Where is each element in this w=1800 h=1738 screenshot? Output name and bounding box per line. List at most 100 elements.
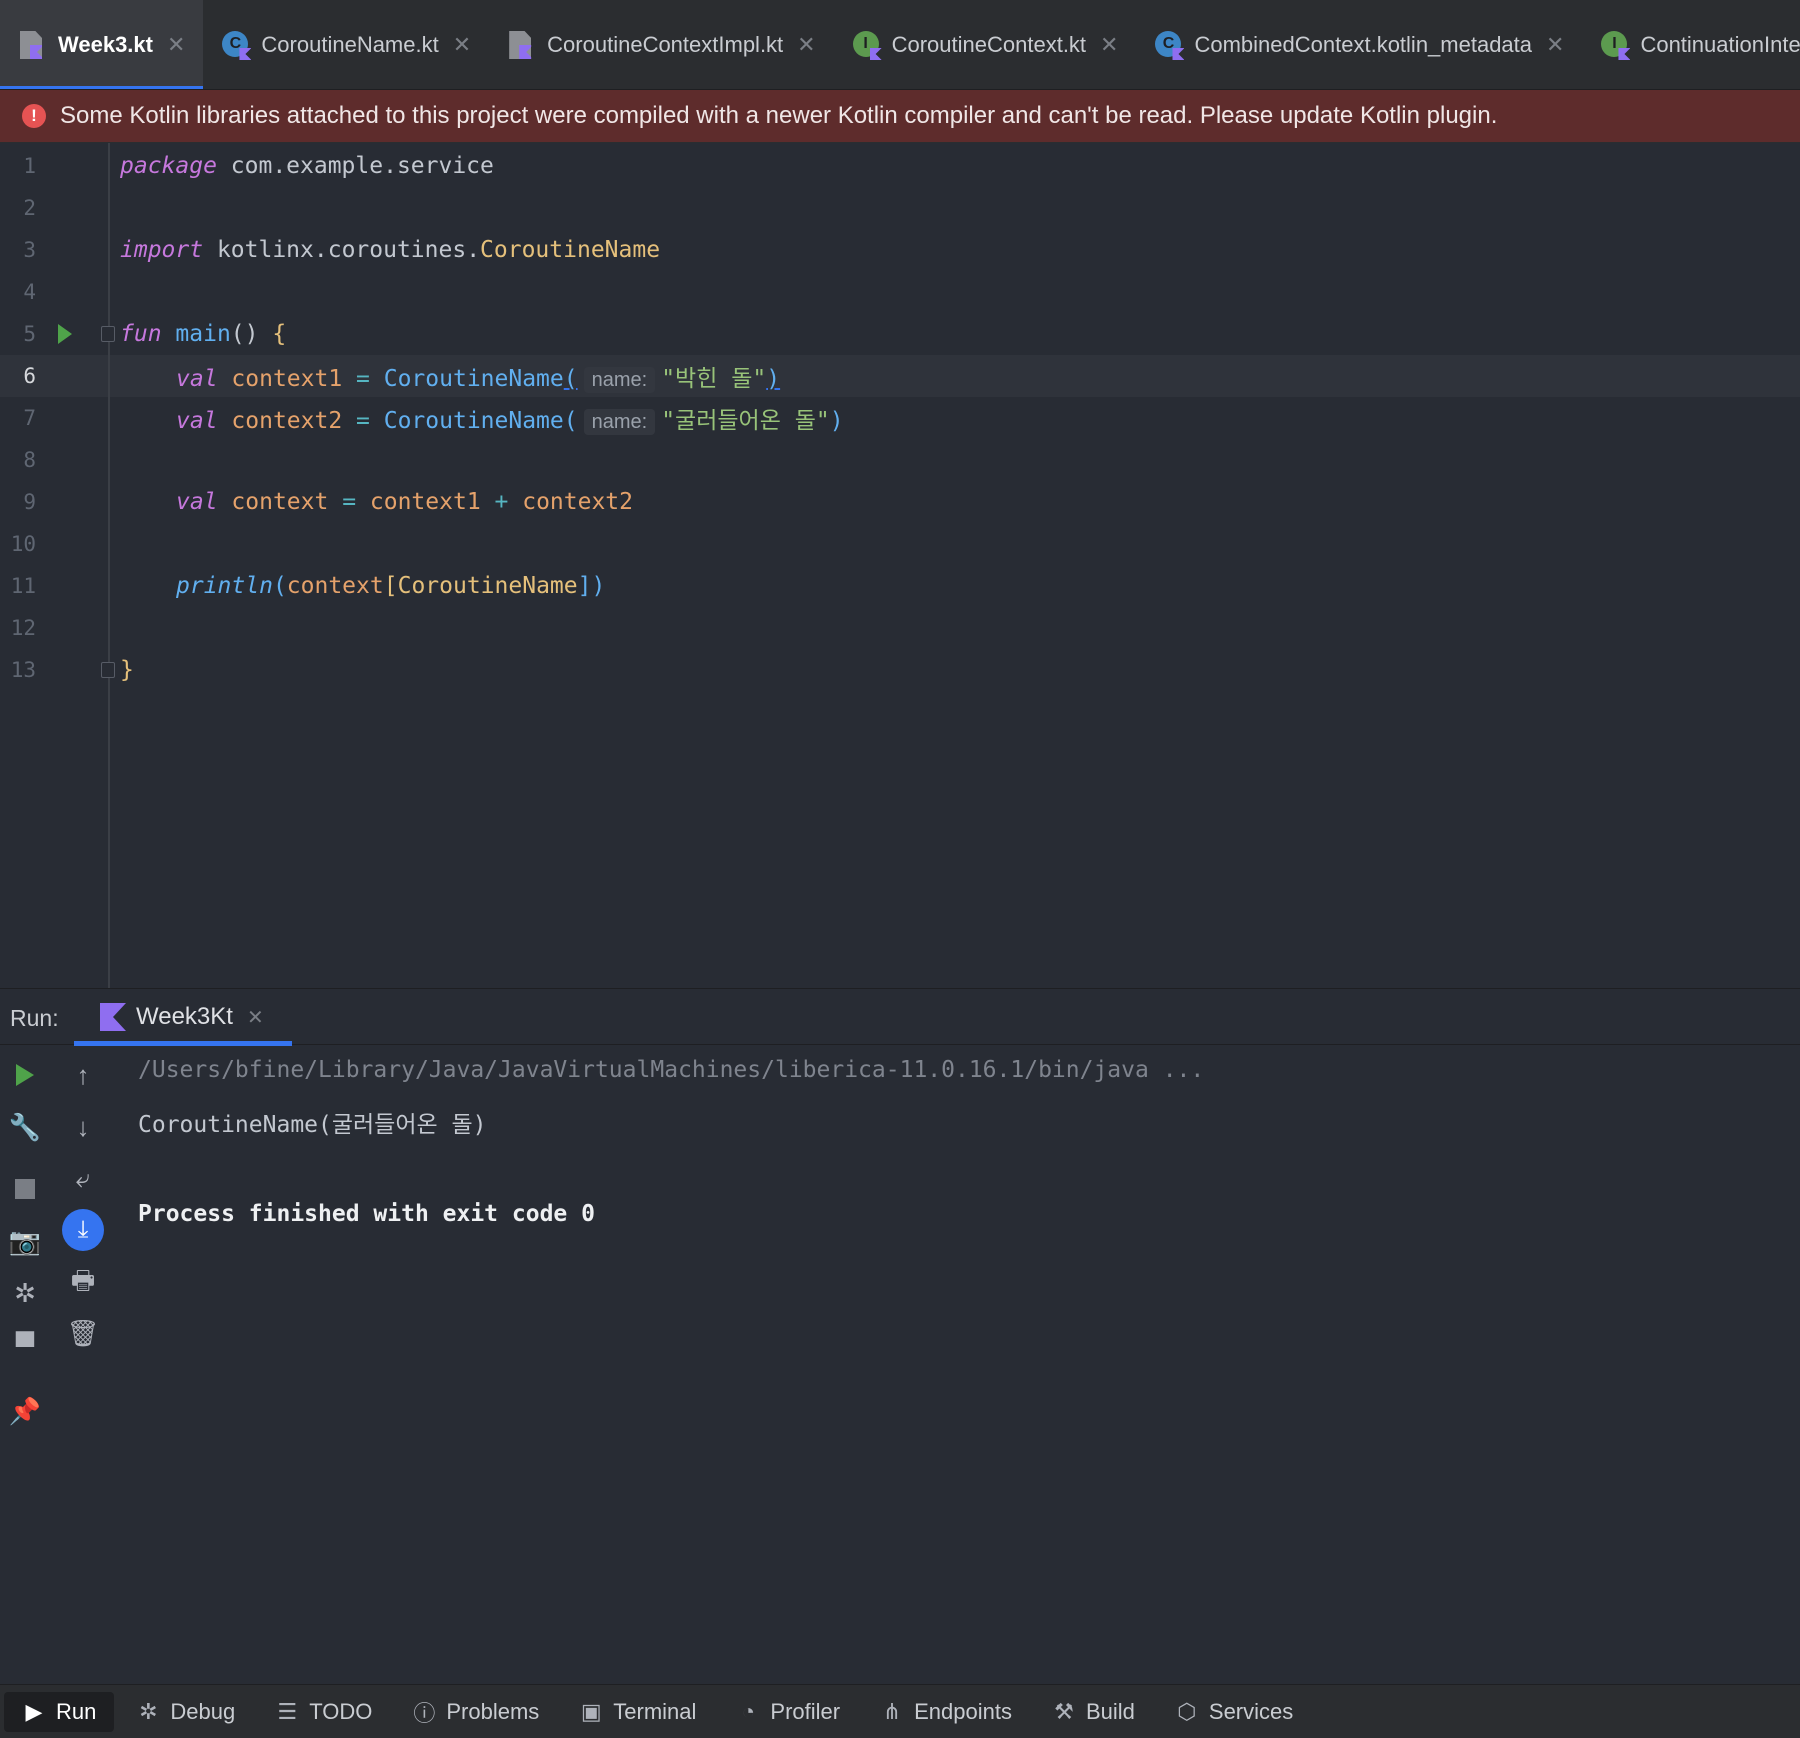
tab-week3-kt[interactable]: Week3.kt ✕ [0, 0, 204, 89]
code-text[interactable]: import kotlinx.coroutines.CoroutineName [120, 237, 660, 263]
code-line-8[interactable]: 8 [0, 439, 1800, 481]
modify-run-config-button[interactable]: 🔧 [8, 1110, 42, 1144]
code-line-3[interactable]: 3 import kotlinx.coroutines.CoroutineNam… [0, 229, 1800, 271]
line-number: 4 [23, 280, 36, 304]
code-text[interactable]: val context = context1 + context2 [120, 489, 633, 515]
kotlin-file-icon [507, 30, 537, 60]
arrow-up-icon: ↑ [76, 1059, 90, 1090]
tool-label: TODO [309, 1698, 373, 1724]
tool-problems[interactable]: ⓘ Problems [394, 1692, 557, 1732]
console-command-line[interactable]: /Users/bfine/Library/Java/JavaVirtualMac… [138, 1057, 1204, 1083]
layout-icon: ▀ [15, 1330, 35, 1361]
line-number: 3 [23, 238, 36, 262]
list-icon: ☰ [277, 1698, 298, 1724]
tab-label: CoroutineContextImpl.kt [547, 32, 784, 57]
camera-icon: 📷 [8, 1225, 42, 1256]
scroll-to-end-icon: ⤓ [77, 1216, 89, 1243]
close-icon[interactable]: ✕ [167, 32, 185, 58]
tab-continuationinterceptor[interactable]: I ContinuationInterceptor [1582, 0, 1800, 89]
close-icon[interactable]: ✕ [797, 32, 815, 58]
close-icon[interactable]: ✕ [453, 32, 471, 58]
tool-profiler[interactable]: ◔ Profiler [718, 1692, 858, 1732]
wrench-icon: 🔧 [8, 1111, 42, 1142]
clear-all-button[interactable]: 🗑 [66, 1316, 100, 1350]
scroll-up-button[interactable]: ↑ [66, 1058, 100, 1092]
close-icon[interactable]: ✕ [1100, 32, 1118, 58]
tool-label: Debug [170, 1698, 236, 1724]
line-number: 2 [23, 196, 36, 220]
scroll-down-button[interactable]: ↓ [66, 1110, 100, 1144]
code-text[interactable]: val context2 = CoroutineName(name: "굴러들어온… [120, 401, 844, 435]
tool-run[interactable]: ▶ Run [4, 1691, 115, 1732]
soft-wrap-icon: ⤶ [75, 1163, 91, 1193]
kotlin-class-icon: C [1154, 30, 1185, 60]
parameter-hint: name: [583, 367, 656, 393]
stop-button[interactable] [8, 1172, 42, 1206]
scroll-to-end-button[interactable]: ⤓ [62, 1209, 104, 1251]
code-text[interactable]: val context1 = CoroutineName(name: "박힌 돌"… [120, 359, 780, 393]
tool-terminal[interactable]: ▣ Terminal [561, 1692, 714, 1732]
tool-label: Endpoints [914, 1698, 1012, 1724]
fold-marker-icon[interactable] [101, 326, 115, 342]
code-text[interactable]: } [120, 657, 134, 683]
code-line-1[interactable]: 1 package com.example.service [0, 145, 1800, 187]
code-line-13[interactable]: 13 } [0, 649, 1800, 691]
code-line-10[interactable]: 10 [0, 523, 1800, 565]
code-text[interactable]: println(context[CoroutineName]) [120, 573, 605, 599]
tool-endpoints[interactable]: ⋔ Endpoints [862, 1692, 1030, 1732]
rerun-button[interactable] [8, 1058, 42, 1092]
print-button[interactable]: 🖶 [66, 1265, 100, 1301]
code-line-5[interactable]: 5 fun main() { [0, 313, 1800, 355]
run-gutter-icon[interactable] [58, 324, 72, 344]
console-output[interactable]: CoroutineName(굴러들어온 돌) [138, 1105, 487, 1139]
banner-text: Some Kotlin libraries attached to this p… [60, 102, 1498, 129]
line-number: 1 [23, 154, 36, 178]
code-line-2[interactable]: 2 [0, 187, 1800, 229]
code-text[interactable]: fun main() { [120, 321, 286, 347]
close-icon[interactable]: ✕ [247, 1005, 264, 1030]
line-number: 5 [23, 322, 36, 346]
kotlin-plugin-warning-banner: ! Some Kotlin libraries attached to this… [0, 90, 1800, 142]
play-icon: ▶ [25, 1698, 43, 1724]
tool-services[interactable]: ⬡ Services [1157, 1692, 1311, 1732]
tool-label: Problems [446, 1698, 540, 1724]
console-exit-message[interactable]: Process finished with exit code 0 [138, 1201, 595, 1227]
line-number: 10 [10, 532, 36, 556]
tab-label: Week3.kt [58, 32, 153, 57]
soft-wrap-button[interactable]: ⤶ [66, 1162, 100, 1196]
tab-combinedcontext-metadata[interactable]: C CombinedContext.kotlin_metadata ✕ [1136, 0, 1582, 89]
debug-toolbar-button[interactable]: ✲ [8, 1276, 42, 1310]
tool-build[interactable]: ⚒ Build [1034, 1692, 1153, 1732]
code-line-4[interactable]: 4 [0, 271, 1800, 313]
tab-coroutinecontext-kt[interactable]: I CoroutineContext.kt ✕ [834, 0, 1137, 89]
close-icon[interactable]: ✕ [1546, 32, 1564, 58]
profiler-icon: ◔ [741, 1698, 756, 1724]
code-line-9[interactable]: 9 val context = context1 + context2 [0, 481, 1800, 523]
tab-coroutinecontextimpl-kt[interactable]: CoroutineContextImpl.kt ✕ [489, 0, 833, 89]
tool-todo[interactable]: ☰ TODO [257, 1692, 390, 1732]
pin-tab-button[interactable]: 📌 [8, 1394, 42, 1428]
parameter-hint: name: [583, 409, 656, 435]
code-line-7[interactable]: 7 val context2 = CoroutineName(name: "굴러들… [0, 397, 1800, 439]
alert-icon: ⓘ [413, 1700, 436, 1726]
run-config-tab[interactable]: Week3Kt ✕ [74, 989, 292, 1046]
tool-label: Profiler [770, 1698, 841, 1724]
run-panel-header: Run: Week3Kt ✕ [0, 989, 1800, 1046]
thread-dump-button[interactable]: 📷 [8, 1224, 42, 1258]
tab-coroutinename-kt[interactable]: C CoroutineName.kt ✕ [203, 0, 489, 89]
tool-label: Terminal [613, 1698, 697, 1724]
code-text[interactable]: package com.example.service [120, 153, 494, 179]
bug-icon: ✲ [14, 1277, 36, 1308]
line-number: 11 [10, 574, 36, 598]
code-line-11[interactable]: 11 println(context[CoroutineName]) [0, 565, 1800, 607]
tool-window-bar: ▶ Run ✲ Debug ☰ TODO ⓘ Problems ▣ Terminal ◔ P… [0, 1684, 1800, 1738]
code-line-12[interactable]: 12 [0, 607, 1800, 649]
tool-debug[interactable]: ✲ Debug [118, 1692, 253, 1732]
layout-button[interactable]: ▀ [8, 1329, 42, 1363]
pin-icon: 📌 [8, 1395, 42, 1426]
fold-marker-icon[interactable] [101, 662, 115, 678]
code-editor[interactable]: 1 package com.example.service 2 3 import… [0, 143, 1800, 988]
line-number: 12 [10, 616, 36, 640]
code-line-6[interactable]: 6 val context1 = CoroutineName(name: "박힌 … [0, 355, 1800, 397]
kotlin-interface-icon: I [852, 30, 882, 60]
